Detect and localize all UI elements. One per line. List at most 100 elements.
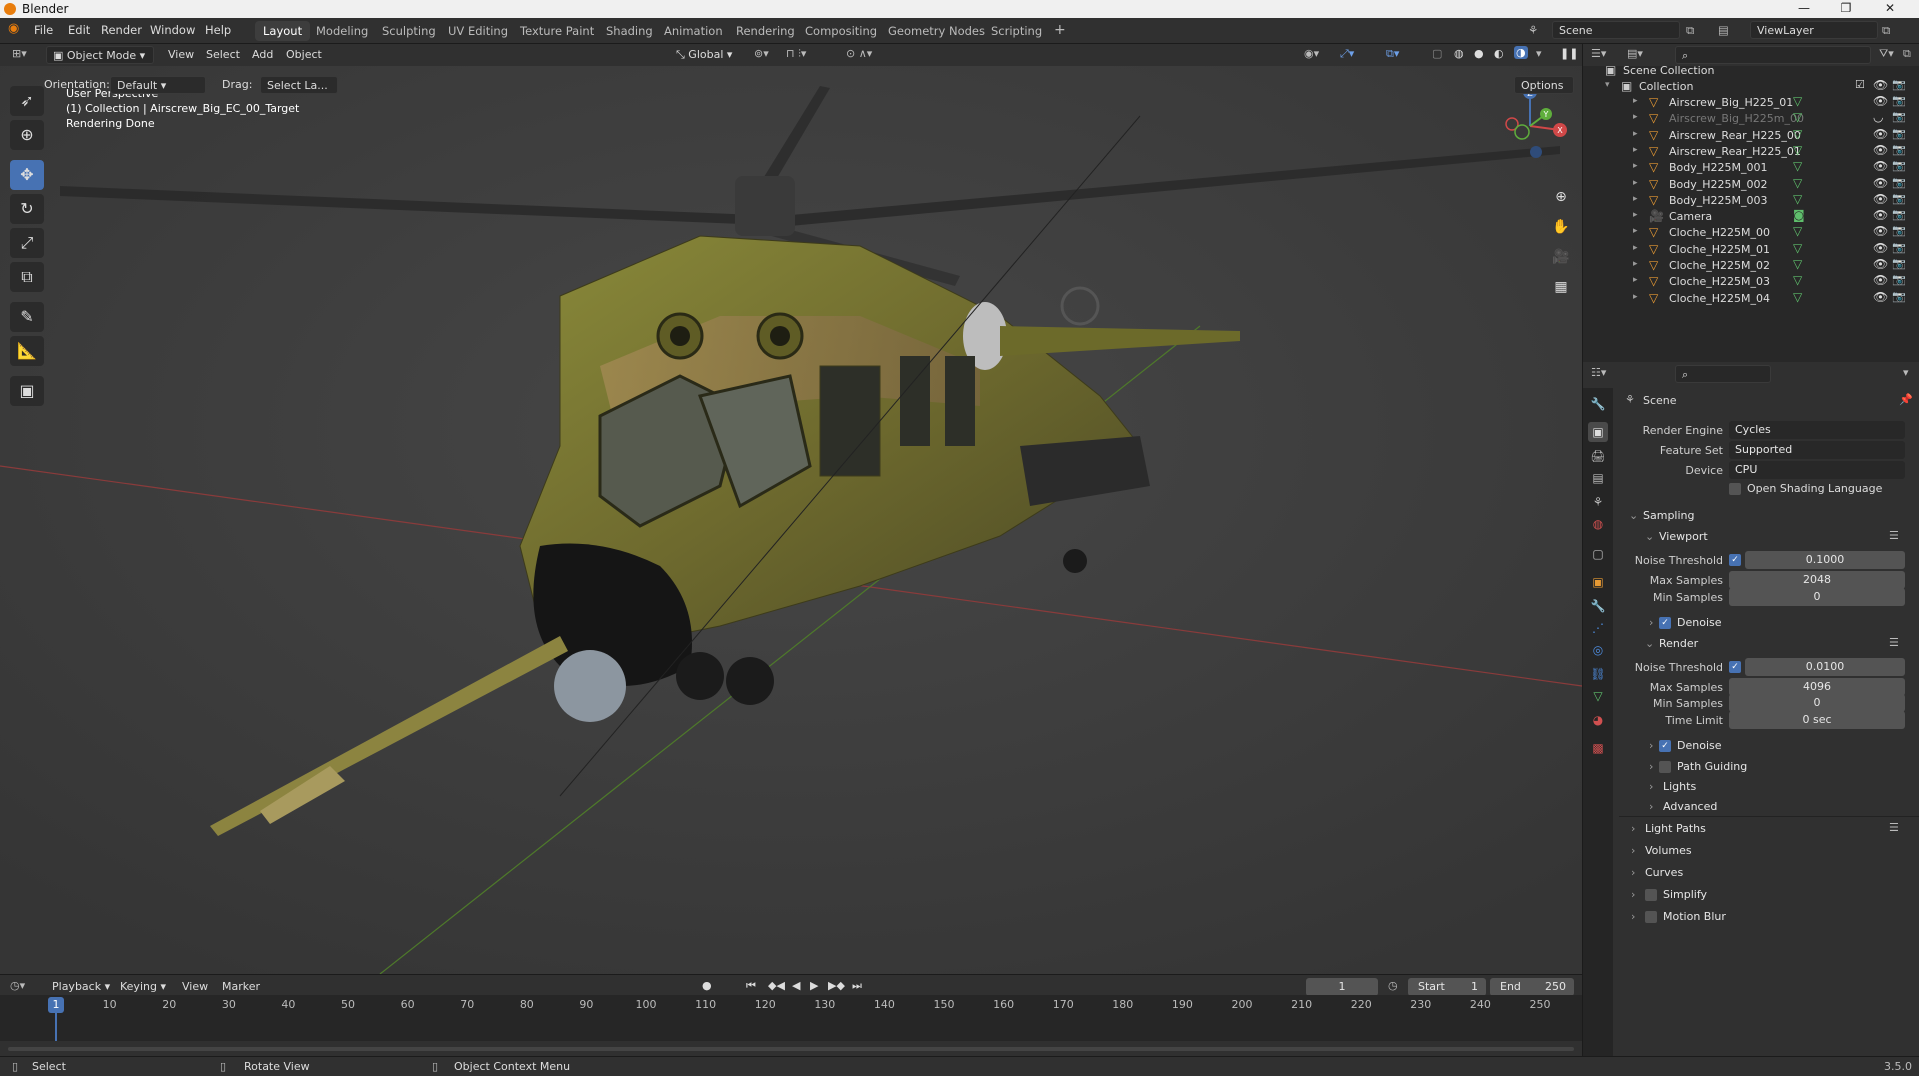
restore-icon[interactable]: ❐ (1826, 1, 1866, 17)
sampling-expand-icon[interactable]: ⌄ (1629, 509, 1638, 522)
jump-start-icon[interactable]: ⏮ (746, 979, 756, 993)
eye-icon[interactable]: 👁 (1873, 78, 1888, 92)
next-keyframe-icon[interactable]: ▶◆ (828, 979, 845, 992)
new-scene-icon[interactable]: ⧉ (1686, 23, 1694, 38)
mesh-data-icon[interactable]: ▽ (1793, 127, 1802, 141)
cursor-tool[interactable]: ⊕ (10, 120, 44, 150)
output-tab-icon[interactable]: 🖨 (1588, 446, 1608, 466)
timeline-scrollbar[interactable] (8, 1047, 1574, 1051)
tool-tab-icon[interactable]: 🔧 (1588, 394, 1608, 414)
volumes-section[interactable]: Volumes (1645, 844, 1692, 857)
simplify-checkbox[interactable] (1645, 889, 1657, 901)
tab-shading[interactable]: Shading (598, 21, 661, 41)
timeline-scrubber[interactable]: 1102030405060708090100110120130140150160… (0, 995, 1582, 1041)
mesh-data-icon[interactable]: ▽ (1793, 143, 1802, 157)
rendered-shading-icon[interactable]: ◑ (1514, 46, 1528, 59)
light-paths-presets-icon[interactable]: ☰ (1889, 821, 1899, 834)
scale-tool[interactable]: ⤢ (10, 228, 44, 258)
object-tab-icon[interactable]: ▣ (1588, 572, 1608, 592)
timeline-editor-icon[interactable]: ◷▾ (10, 979, 25, 992)
camera-render-icon[interactable]: 📷 (1892, 224, 1906, 237)
simplify-section[interactable]: Simplify (1663, 888, 1707, 901)
tab-layout[interactable]: Layout (255, 21, 311, 41)
overlay-toggle-icon[interactable]: ⧉▾ (1386, 47, 1399, 61)
blender-menu-icon[interactable]: ◉ (8, 21, 19, 36)
jump-end-icon[interactable]: ⏭ (852, 979, 862, 993)
r-noise-threshold-checkbox[interactable]: ✓ (1729, 661, 1741, 673)
start-frame-field[interactable]: Start 1 (1408, 978, 1486, 996)
scene-tab-icon[interactable]: ⚘ (1588, 492, 1608, 512)
new-view-layer-icon[interactable]: ⧉ (1882, 23, 1890, 38)
view-layer-tab-icon[interactable]: ▤ (1588, 468, 1608, 488)
scene-selector[interactable]: Scene (1552, 21, 1680, 39)
menu-edit[interactable]: Edit (68, 23, 90, 37)
vp-denoise-expand-icon[interactable]: › (1649, 616, 1653, 629)
properties-editor-icon[interactable]: ☷▾ (1591, 366, 1606, 379)
tab-uv-editing[interactable]: UV Editing (440, 21, 516, 41)
tab-animation[interactable]: Animation (656, 21, 731, 41)
motion-blur-section[interactable]: Motion Blur (1663, 910, 1726, 923)
select-box-tool[interactable]: ➶ (10, 86, 44, 116)
mesh-data-icon[interactable]: ▽ (1793, 257, 1802, 271)
expand-icon[interactable]: ▸ (1633, 259, 1638, 269)
menu-help[interactable]: Help (205, 23, 231, 37)
render-expand-icon[interactable]: ⌄ (1645, 637, 1654, 650)
advanced-expand-icon[interactable]: › (1649, 800, 1653, 813)
mesh-data-icon[interactable]: ▽ (1793, 94, 1802, 108)
eye-icon[interactable]: 👁 (1873, 257, 1888, 271)
eye-icon[interactable]: 👁 (1873, 159, 1888, 173)
viewport-presets-icon[interactable]: ☰ (1889, 529, 1899, 542)
camera-render-icon[interactable]: 📷 (1892, 290, 1906, 303)
tab-modeling[interactable]: Modeling (308, 21, 376, 41)
expand-icon[interactable]: ▸ (1633, 194, 1638, 204)
vp-min-samples-field[interactable]: 0 (1729, 588, 1905, 606)
particles-tab-icon[interactable]: ⋰ (1588, 618, 1608, 638)
expand-icon[interactable]: ▾ (1605, 80, 1610, 90)
eye-icon[interactable]: ◡ (1873, 110, 1883, 124)
data-tab-icon[interactable]: ▽ (1588, 686, 1608, 706)
texture-tab-icon[interactable]: ▩ (1588, 738, 1608, 758)
osl-checkbox[interactable] (1729, 483, 1741, 495)
simplify-expand-icon[interactable]: › (1631, 888, 1635, 901)
menu-file[interactable]: File (34, 23, 53, 37)
orientation-selector[interactable]: Default ▾ (110, 76, 206, 94)
tab-compositing[interactable]: Compositing (797, 21, 885, 41)
collection-tab-icon[interactable]: ▢ (1588, 544, 1608, 564)
mesh-data-icon[interactable]: ▽ (1793, 192, 1802, 206)
time-limit-field[interactable]: 0 sec (1729, 711, 1905, 729)
feature-set-select[interactable]: Supported (1729, 441, 1905, 459)
vp-noise-threshold-checkbox[interactable]: ✓ (1729, 554, 1741, 566)
gizmo-toggle-icon[interactable]: ⤢▾ (1340, 47, 1354, 61)
3d-viewport[interactable]: User Perspective (1) Collection | Airscr… (0, 66, 1582, 974)
playhead[interactable]: 1 (48, 997, 64, 1013)
tab-scripting[interactable]: Scripting (983, 21, 1050, 41)
mesh-data-icon[interactable]: ▽ (1793, 224, 1802, 238)
snap-icon[interactable]: ⊓ ⫶▾ (786, 47, 806, 61)
solid-shading-icon[interactable]: ● (1474, 47, 1484, 60)
prev-keyframe-icon[interactable]: ◆◀ (768, 979, 785, 992)
new-collection-icon[interactable]: ⧉ (1903, 47, 1911, 61)
camera-render-icon[interactable]: 📷 (1892, 159, 1906, 172)
collection-checkbox-icon[interactable]: ☑ (1855, 78, 1865, 91)
motion-blur-expand-icon[interactable]: › (1631, 910, 1635, 923)
eye-icon[interactable]: 👁 (1873, 208, 1888, 222)
path-guiding-expand-icon[interactable]: › (1649, 760, 1653, 773)
camera-render-icon[interactable]: 📷 (1892, 208, 1906, 221)
eye-icon[interactable]: 👁 (1873, 273, 1888, 287)
eye-icon[interactable]: 👁 (1873, 143, 1888, 157)
proportional-edit-icon[interactable]: ⊙ ∧▾ (846, 47, 872, 60)
move-tool[interactable]: ✥ (10, 160, 44, 190)
add-cube-tool[interactable]: ▣ (10, 376, 44, 406)
properties-search-input[interactable]: ⌕ (1675, 365, 1771, 383)
vp-max-samples-field[interactable]: 2048 (1729, 571, 1905, 589)
render-tab-icon[interactable]: ▣ (1588, 422, 1608, 442)
volumes-expand-icon[interactable]: › (1631, 844, 1635, 857)
expand-icon[interactable]: ▸ (1633, 112, 1638, 122)
menu-keying[interactable]: Keying ▾ (120, 980, 166, 993)
play-reverse-icon[interactable]: ◀ (792, 979, 800, 992)
advanced-subsection[interactable]: Advanced (1663, 800, 1717, 813)
mesh-data-icon[interactable]: ▽ (1793, 159, 1802, 173)
options-dropdown[interactable]: Options (1514, 76, 1574, 94)
outliner-editor-icon[interactable]: ☰▾ (1591, 47, 1606, 60)
menu-playback[interactable]: Playback ▾ (52, 980, 110, 993)
